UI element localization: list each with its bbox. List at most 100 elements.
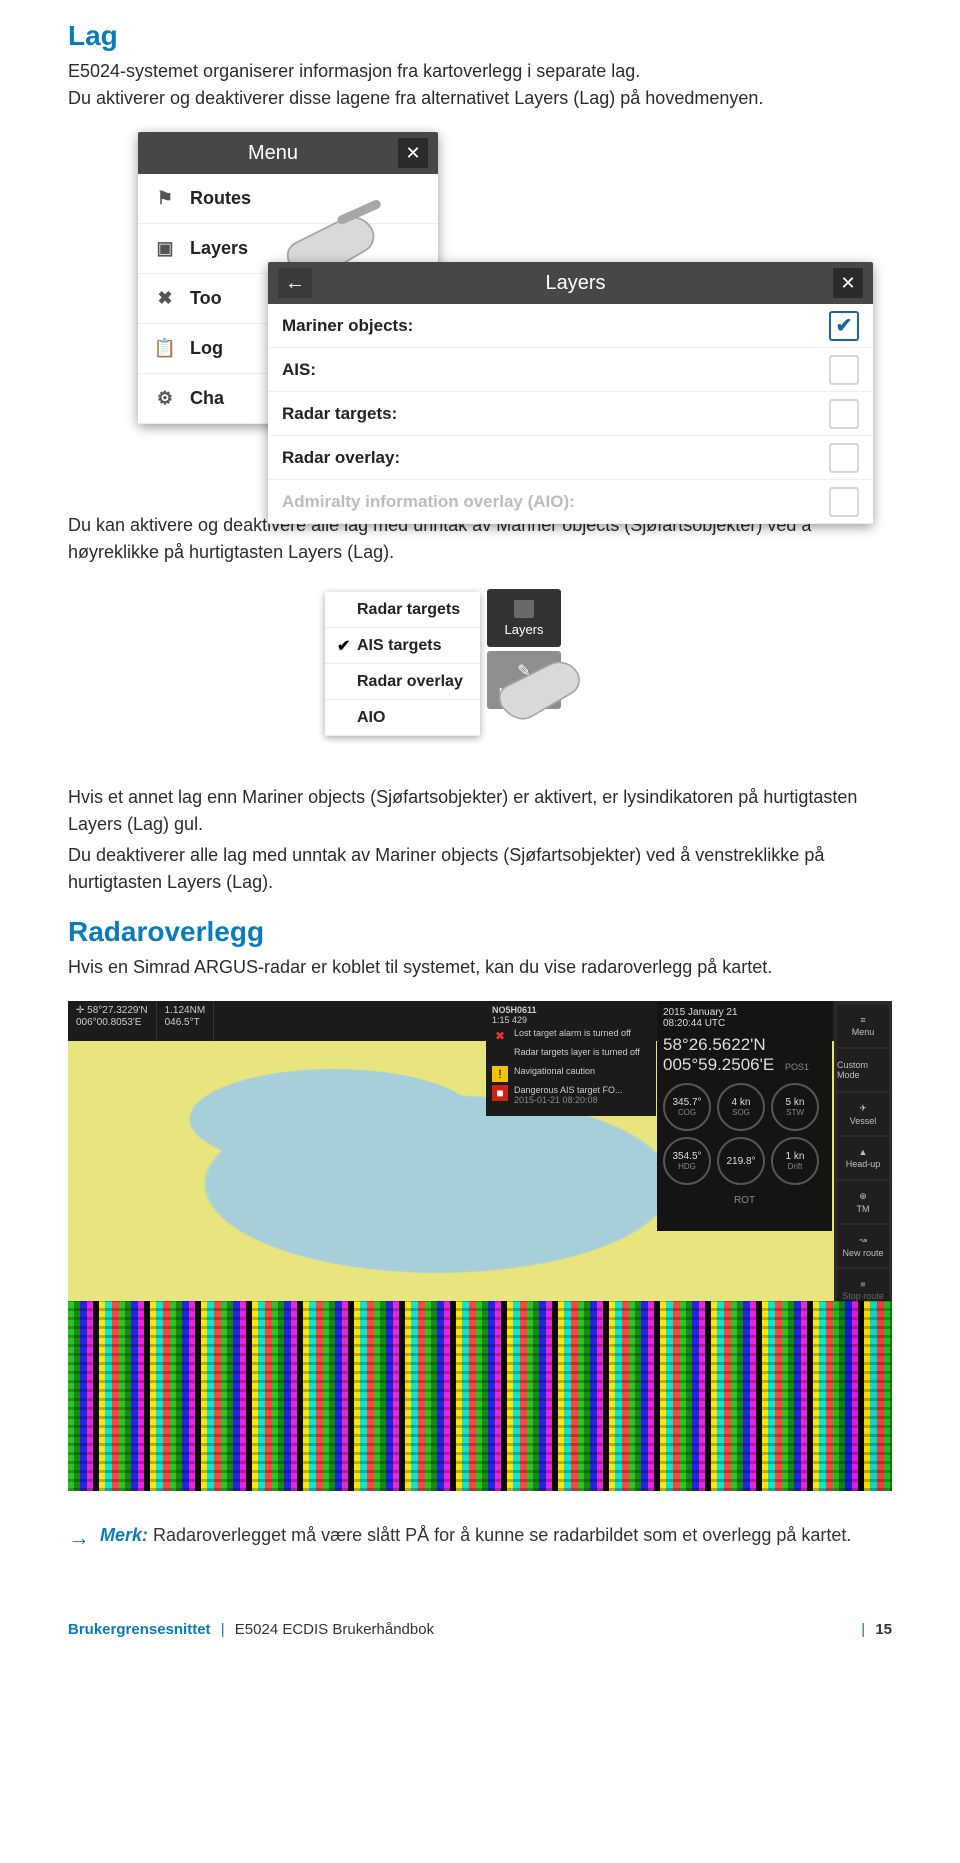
alert-text: Dangerous AIS target FO... 2015-01-21 08…	[514, 1085, 623, 1105]
quick-button-layers[interactable]: Layers	[487, 589, 561, 647]
layers-icon	[514, 600, 534, 618]
chart-scale: 1:15 429	[492, 1015, 650, 1025]
sidebar-item-menu[interactable]: ≡Menu	[837, 1005, 889, 1047]
lon-value: 006°00.8053'E	[76, 1017, 141, 1028]
layer-label: Radar overlay:	[282, 448, 400, 468]
own-position: 58°26.5622'N 005°59.2506'E POS1	[663, 1035, 826, 1075]
checkbox-checked-icon[interactable]: ✔	[829, 311, 859, 341]
alert-row[interactable]: ■ Dangerous AIS target FO... 2015-01-21 …	[492, 1085, 650, 1105]
menu-title: Menu	[148, 142, 398, 165]
page-footer: Brukergrensesnittet | E5024 ECDIS Bruker…	[68, 1611, 892, 1638]
gauge-drift: 1 knDrift	[771, 1137, 819, 1185]
blank-icon	[492, 1047, 508, 1063]
context-item-aio[interactable]: AIO	[325, 700, 480, 736]
menu-item-label: Cha	[190, 388, 224, 409]
alert-column: NO5H0611 1:15 429 ✖ Lost target alarm is…	[486, 1001, 656, 1116]
bearing-value: 046.5°T	[165, 1017, 200, 1028]
context-item-ais-targets[interactable]: ✔ AIS targets	[325, 628, 480, 664]
heading-lag: Lag	[68, 20, 892, 52]
date-value: 2015 January 21	[663, 1007, 826, 1018]
layers-panel: ← Layers ✕ Mariner objects: ✔ AIS: Radar…	[268, 262, 873, 524]
tm-icon: ⊕	[859, 1191, 867, 1202]
pos-source: POS1	[785, 1062, 809, 1072]
alert-row[interactable]: ! Navigational caution	[492, 1066, 650, 1082]
checkbox-empty-icon[interactable]	[829, 443, 859, 473]
checkbox-empty-icon[interactable]	[829, 355, 859, 385]
warning-icon: !	[492, 1066, 508, 1082]
close-icon[interactable]: ✕	[398, 138, 428, 168]
gauge-sog: 4 knSOG	[717, 1083, 765, 1131]
context-item-label: AIO	[357, 709, 385, 727]
figure-radar-overlay-screenshot: ✛ 58°27.3229'N 006°00.8053'E 1.124NM 046…	[68, 1001, 892, 1491]
layer-row-ais[interactable]: AIS:	[268, 348, 873, 392]
checkbox-empty-icon[interactable]	[829, 399, 859, 429]
layer-label: AIS:	[282, 360, 316, 380]
context-item-label: AIS targets	[357, 637, 441, 655]
flag-icon: ⚑	[152, 188, 178, 210]
gear-icon: ⚙	[152, 388, 178, 410]
footer-book-title: E5024 ECDIS Brukerhåndbok	[235, 1621, 434, 1638]
sidebar-item-new-route[interactable]: ↝New route	[837, 1225, 889, 1267]
route-icon: ↝	[859, 1235, 867, 1246]
context-item-radar-overlay[interactable]: Radar overlay	[325, 664, 480, 700]
layer-row-mariner[interactable]: Mariner objects: ✔	[268, 304, 873, 348]
alert-text: Lost target alarm is turned off	[514, 1028, 631, 1038]
position-readout: ✛ 58°27.3229'N 006°00.8053'E	[68, 1001, 157, 1041]
gauge-set: 219.8°	[717, 1137, 765, 1185]
alert-row[interactable]: ✖ Lost target alarm is turned off	[492, 1028, 650, 1044]
layers-header: ← Layers ✕	[268, 262, 873, 304]
layer-label: Mariner objects:	[282, 316, 413, 336]
page-number: 15	[875, 1621, 892, 1638]
stop-icon: ■	[860, 1279, 865, 1289]
sidebar-item-head-up[interactable]: ▲Head-up	[837, 1137, 889, 1179]
footer-right: | 15	[855, 1621, 892, 1638]
menu-item-label: Too	[190, 288, 222, 309]
alert-text: Radar targets layer is turned off	[514, 1047, 640, 1057]
layer-row-radar-targets[interactable]: Radar targets:	[268, 392, 873, 436]
alert-cross-icon: ✖	[492, 1028, 508, 1044]
alert-text: Navigational caution	[514, 1066, 595, 1076]
back-icon[interactable]: ←	[278, 268, 312, 298]
layer-row-radar-overlay[interactable]: Radar overlay:	[268, 436, 873, 480]
gauge-grid: 345.7°COG 4 knSOG 5 knSTW 354.5°HDG 219.…	[663, 1083, 826, 1185]
info-column: 2015 January 21 08:20:44 UTC 58°26.5622'…	[657, 1001, 832, 1231]
footer-section: Brukergrensesnittet	[68, 1621, 211, 1638]
vessel-icon: ✈	[859, 1103, 867, 1114]
context-item-radar-targets[interactable]: Radar targets	[325, 592, 480, 628]
paragraph: Hvis et annet lag enn Mariner objects (S…	[68, 784, 892, 838]
sidebar-item-custom-mode[interactable]: Custom Mode	[837, 1049, 889, 1091]
menu-item-label: Routes	[190, 188, 251, 209]
clipboard-icon: 📋	[152, 338, 178, 360]
menu-icon: ≡	[860, 1015, 865, 1025]
menu-item-label: Layers	[190, 238, 248, 259]
sidebar-item-tm[interactable]: ⊕TM	[837, 1181, 889, 1223]
danger-icon: ■	[492, 1085, 508, 1101]
context-item-label: Radar targets	[357, 601, 460, 619]
sidebar-item-vessel[interactable]: ✈Vessel	[837, 1093, 889, 1135]
gauge-cog: 345.7°COG	[663, 1083, 711, 1131]
layer-row-aio[interactable]: Admiralty information overlay (AIO):	[268, 480, 873, 524]
range-readout: 1.124NM 046.5°T	[157, 1001, 215, 1041]
rot-label: ROT	[663, 1195, 826, 1206]
check-icon: ✔	[337, 636, 351, 656]
note-line: → Merk: Radaroverlegget må være slått PÅ…	[68, 1525, 892, 1551]
checkbox-empty-icon[interactable]	[829, 487, 859, 517]
tools-icon: ✖	[152, 288, 178, 310]
text: E5024-systemet organiserer informasjon f…	[68, 61, 640, 81]
note-label: Merk:	[100, 1525, 148, 1545]
separator-icon: |	[861, 1621, 865, 1638]
alert-row[interactable]: Radar targets layer is turned off	[492, 1047, 650, 1063]
lat-value: 58°27.3229'N	[87, 1005, 147, 1016]
context-menu: Radar targets ✔ AIS targets Radar overla…	[325, 592, 480, 736]
close-icon[interactable]: ✕	[833, 268, 863, 298]
figure-context-menu: Radar targets ✔ AIS targets Radar overla…	[325, 586, 635, 756]
chart-id: NO5H0611	[492, 1005, 650, 1015]
layer-label: Radar targets:	[282, 404, 397, 424]
quick-button-label: Layers	[504, 622, 543, 637]
separator-icon: |	[221, 1621, 225, 1638]
time-value: 08:20:44 UTC	[663, 1018, 826, 1029]
layers-title: Layers	[318, 272, 833, 295]
context-item-label: Radar overlay	[357, 673, 463, 691]
layer-label: Admiralty information overlay (AIO):	[282, 492, 575, 512]
range-value: 1.124NM	[165, 1005, 206, 1016]
